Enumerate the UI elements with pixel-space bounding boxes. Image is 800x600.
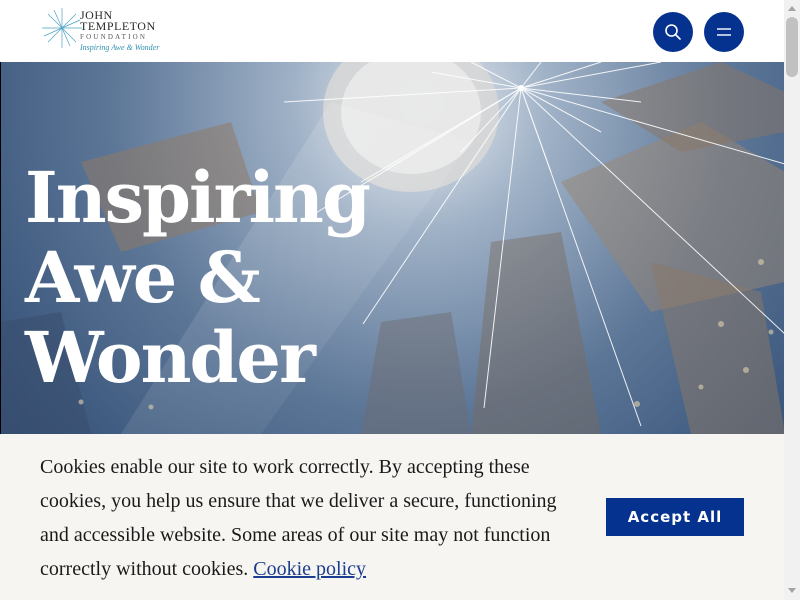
- cookie-policy-link[interactable]: Cookie policy: [253, 558, 366, 580]
- foundation-logo[interactable]: JOHN TEMPLETON FOUNDATION Inspiring Awe …: [40, 6, 180, 60]
- hero-title-line-1: Inspiring: [25, 156, 371, 239]
- search-button[interactable]: [653, 12, 693, 52]
- logo-tagline: Inspiring Awe & Wonder: [80, 43, 160, 52]
- hero-title: Inspiring Awe & Wonder: [25, 156, 371, 399]
- menu-button[interactable]: [704, 12, 744, 52]
- hamburger-menu-icon: [717, 28, 731, 36]
- hero-title-line-3: Wonder: [25, 316, 316, 399]
- logo-line-templeton: TEMPLETON: [80, 19, 156, 33]
- scrollbar-thumb[interactable]: [786, 17, 798, 77]
- scroll-up-arrow-icon[interactable]: [788, 6, 796, 11]
- site-header: JOHN TEMPLETON FOUNDATION Inspiring Awe …: [0, 0, 784, 62]
- hero-banner: Inspiring Awe & Wonder: [0, 62, 785, 436]
- search-icon: [665, 24, 681, 40]
- accept-all-button[interactable]: Accept All: [606, 498, 744, 536]
- starburst-logo-icon: [42, 8, 82, 48]
- cookie-banner: Cookies enable our site to work correctl…: [0, 434, 784, 600]
- logo-line-foundation: FOUNDATION: [80, 33, 148, 41]
- logo-wordmark: JOHN TEMPLETON FOUNDATION Inspiring Awe …: [80, 9, 160, 54]
- cookie-message: Cookies enable our site to work correctl…: [40, 450, 570, 586]
- hero-title-line-2: Awe &: [25, 236, 261, 319]
- page-scrollbar[interactable]: [784, 0, 800, 600]
- scroll-down-arrow-icon[interactable]: [788, 588, 796, 593]
